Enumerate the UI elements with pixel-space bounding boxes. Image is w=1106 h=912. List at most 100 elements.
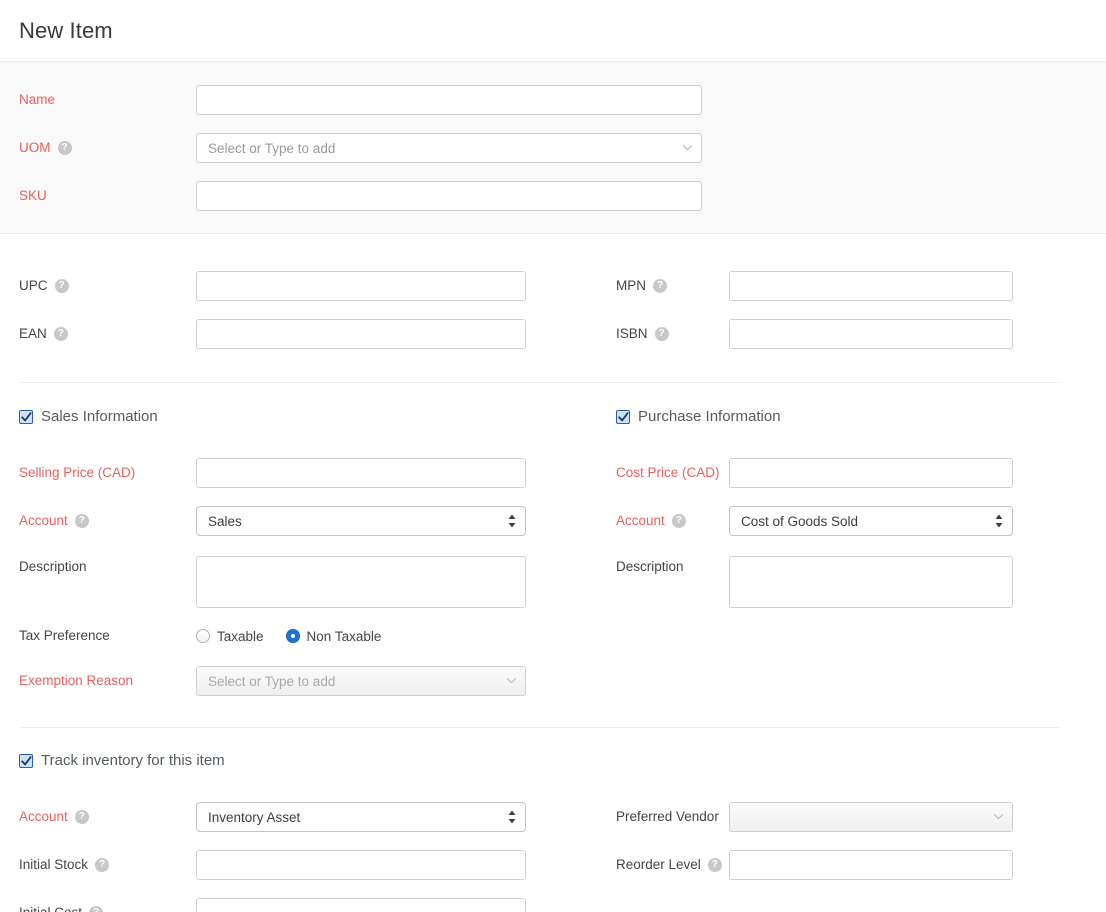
label-sales-account: Account ?: [0, 512, 196, 530]
track-inventory-toggle[interactable]: Track inventory for this item: [0, 752, 1106, 769]
field-row-ean: EAN ?: [0, 310, 553, 358]
help-icon-initial-stock[interactable]: ?: [95, 858, 109, 872]
help-icon-mpn[interactable]: ?: [653, 279, 667, 293]
inventory-right-column: Preferred Vendor Reorder Level ?: [553, 793, 1106, 912]
check-icon-track-inventory[interactable]: [19, 754, 33, 768]
label-preferred-vendor: Preferred Vendor: [553, 808, 729, 826]
uom-select[interactable]: Select or Type to add: [196, 133, 702, 163]
inventory-account-value: Inventory Asset: [208, 810, 300, 825]
help-icon-uom[interactable]: ?: [58, 141, 72, 155]
field-row-upc: UPC ?: [0, 262, 553, 310]
track-inventory-label: Track inventory for this item: [41, 752, 225, 769]
label-inventory-account: Account ?: [0, 808, 196, 826]
chevron-down-icon: [683, 145, 692, 151]
label-sales-description: Description: [0, 556, 196, 576]
field-row-sales-account: Account ? Sales: [0, 497, 553, 545]
field-row-tax-preference: Tax Preference Taxable Non Taxable: [0, 615, 553, 657]
selling-price-input[interactable]: [196, 458, 526, 488]
check-icon-sales[interactable]: [19, 410, 33, 424]
help-icon-upc[interactable]: ?: [55, 279, 69, 293]
select-spinner-icon: [508, 810, 516, 824]
purchase-description-textarea[interactable]: [729, 556, 1013, 608]
inventory-left-column: Account ? Inventory Asset: [0, 793, 553, 912]
purchase-information-toggle[interactable]: Purchase Information: [553, 408, 1106, 425]
mpn-input[interactable]: [729, 271, 1013, 301]
field-row-exemption-reason: Exemption Reason Select or Type to add: [0, 657, 553, 705]
field-row-initial-cost: Initial Cost ?: [0, 889, 553, 912]
sales-description-textarea[interactable]: [196, 556, 526, 608]
field-row-reorder-level: Reorder Level ?: [553, 841, 1106, 889]
help-icon-inventory-account[interactable]: ?: [75, 810, 89, 824]
label-ean: EAN ?: [0, 325, 196, 343]
label-reorder-level: Reorder Level ?: [553, 856, 729, 874]
sales-purchase-section: Sales Information Selling Price (CAD) Ac…: [0, 383, 1106, 705]
primary-fields-section: Name UOM ? Select or Type to add SKU: [0, 62, 1106, 234]
name-input[interactable]: [196, 85, 702, 115]
select-spinner-icon: [508, 514, 516, 528]
sales-information-column: Sales Information Selling Price (CAD) Ac…: [0, 408, 553, 705]
chevron-down-icon: [507, 678, 516, 684]
help-icon-isbn[interactable]: ?: [655, 327, 669, 341]
help-icon-purchase-account[interactable]: ?: [672, 514, 686, 528]
sales-information-toggle[interactable]: Sales Information: [0, 408, 553, 425]
exemption-reason-select[interactable]: Select or Type to add: [196, 666, 526, 696]
label-mpn: MPN ?: [553, 277, 729, 295]
field-row-inventory-account: Account ? Inventory Asset: [0, 793, 553, 841]
sales-account-select[interactable]: Sales: [196, 506, 526, 536]
cost-price-input[interactable]: [729, 458, 1013, 488]
inventory-section: Track inventory for this item Account ? …: [0, 728, 1106, 912]
field-row-uom: UOM ? Select or Type to add: [0, 124, 1106, 172]
page-title: New Item: [19, 18, 113, 44]
radio-label-taxable[interactable]: Taxable: [217, 629, 264, 644]
purchase-information-column: Purchase Information Cost Price (CAD) Ac…: [553, 408, 1106, 705]
label-sku: SKU: [0, 187, 196, 205]
sales-account-value: Sales: [208, 514, 242, 529]
help-icon-ean[interactable]: ?: [54, 327, 68, 341]
field-row-initial-stock: Initial Stock ?: [0, 841, 553, 889]
label-initial-cost: Initial Cost ?: [0, 904, 196, 912]
identifiers-left-column: UPC ? EAN ?: [0, 262, 553, 358]
label-isbn: ISBN ?: [553, 325, 729, 343]
isbn-input[interactable]: [729, 319, 1013, 349]
initial-cost-input[interactable]: [196, 898, 526, 912]
field-row-sales-description: Description: [0, 545, 553, 615]
sku-input[interactable]: [196, 181, 702, 211]
label-upc: UPC ?: [0, 277, 196, 295]
field-row-selling-price: Selling Price (CAD): [0, 449, 553, 497]
label-name: Name: [0, 91, 196, 109]
preferred-vendor-select[interactable]: [729, 802, 1013, 832]
purchase-information-label: Purchase Information: [638, 408, 781, 425]
field-row-sku: SKU: [0, 172, 1106, 220]
ean-input[interactable]: [196, 319, 526, 349]
identifiers-section: UPC ? EAN ? MPN ?: [0, 234, 1106, 382]
new-item-page: New Item Name UOM ? Select or Type to ad…: [0, 0, 1106, 912]
purchase-account-select[interactable]: Cost of Goods Sold: [729, 506, 1013, 536]
upc-input[interactable]: [196, 271, 526, 301]
sales-information-label: Sales Information: [41, 408, 158, 425]
radio-label-non-taxable[interactable]: Non Taxable: [307, 629, 382, 644]
tax-preference-radio-group: Taxable Non Taxable: [196, 629, 403, 644]
radio-taxable[interactable]: [196, 629, 210, 643]
label-initial-stock: Initial Stock ?: [0, 856, 196, 874]
page-header: New Item: [0, 0, 1106, 62]
check-icon-purchase[interactable]: [616, 410, 630, 424]
initial-stock-input[interactable]: [196, 850, 526, 880]
select-spinner-icon: [995, 514, 1003, 528]
label-exemption-reason: Exemption Reason: [0, 672, 196, 690]
help-icon-initial-cost[interactable]: ?: [89, 906, 103, 912]
radio-non-taxable[interactable]: [286, 629, 300, 643]
field-row-cost-price: Cost Price (CAD): [553, 449, 1106, 497]
inventory-account-select[interactable]: Inventory Asset: [196, 802, 526, 832]
field-row-preferred-vendor: Preferred Vendor: [553, 793, 1106, 841]
label-tax-preference: Tax Preference: [0, 627, 196, 645]
uom-select-value: Select or Type to add: [208, 141, 335, 156]
chevron-down-icon: [994, 814, 1003, 820]
label-purchase-account: Account ?: [553, 512, 729, 530]
exemption-reason-value: Select or Type to add: [208, 674, 335, 689]
help-icon-sales-account[interactable]: ?: [75, 514, 89, 528]
label-uom: UOM ?: [0, 139, 196, 157]
help-icon-reorder-level[interactable]: ?: [708, 858, 722, 872]
reorder-level-input[interactable]: [729, 850, 1013, 880]
field-row-name: Name: [0, 76, 1106, 124]
identifiers-right-column: MPN ? ISBN ?: [553, 262, 1106, 358]
